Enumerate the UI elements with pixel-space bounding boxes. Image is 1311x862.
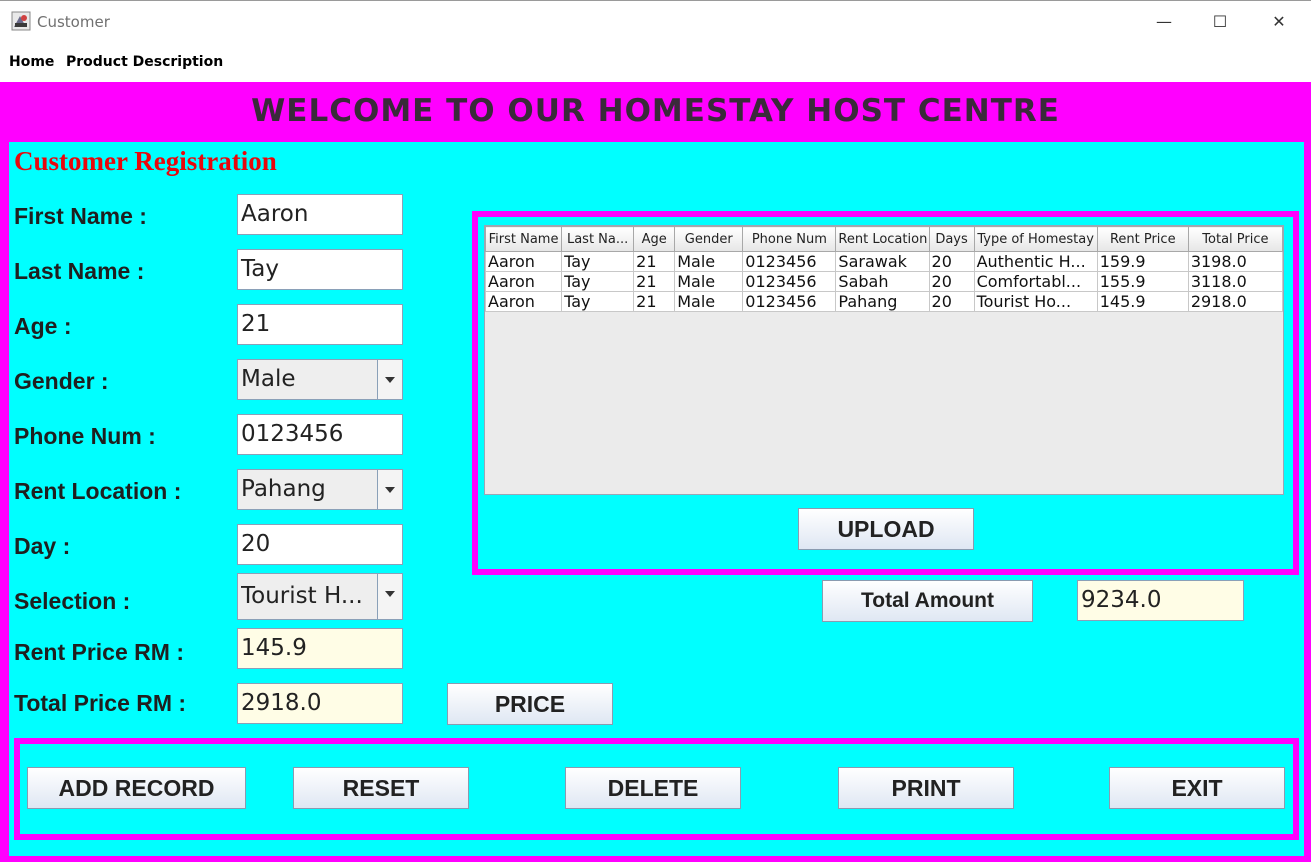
table-cell[interactable]: Authentic H... [973, 251, 1098, 272]
table-cell[interactable]: Tourist Ho... [973, 291, 1098, 312]
total-amount-button[interactable]: Total Amount [822, 580, 1033, 622]
rent-location-select[interactable]: Pahang [237, 469, 403, 510]
table-cell[interactable]: 159.9 [1096, 251, 1189, 272]
upload-button[interactable]: UPLOAD [798, 508, 974, 550]
table-cell[interactable]: 2918.0 [1187, 291, 1284, 312]
add-record-button[interactable]: ADD RECORD [27, 767, 246, 809]
welcome-banner: WELCOME TO OUR HOMESTAY HOST CENTRE [251, 93, 1060, 129]
registration-title: Customer Registration [14, 146, 277, 176]
phone-label: Phone Num : [14, 423, 156, 449]
table-cell[interactable]: Comfortabl... [973, 271, 1098, 292]
last-name-label: Last Name : [14, 258, 145, 284]
table-cell[interactable]: Aaron [484, 271, 563, 292]
table-cell[interactable]: 20 [928, 291, 975, 312]
rent-location-select-value: Pahang [241, 476, 326, 502]
total-price-field[interactable]: 2918.0 [237, 683, 403, 724]
maximize-button[interactable]: ☐ [1197, 8, 1243, 36]
table-cell[interactable]: 20 [928, 251, 975, 272]
table-body: Aaron Tay 21 Male 0123456 Sarawak 20 Authentic … [484, 251, 1284, 312]
chevron-down-icon[interactable] [377, 574, 402, 619]
chevron-down-icon[interactable] [377, 470, 402, 509]
window-title: Customer [37, 13, 110, 31]
rent-price-label: Rent Price RM : [14, 639, 184, 665]
minimize-button[interactable]: — [1141, 8, 1187, 36]
table-column-header[interactable]: Days [928, 226, 975, 252]
title-bar [0, 0, 1311, 44]
table-cell[interactable]: 3198.0 [1187, 251, 1284, 272]
first-name-label: First Name : [14, 203, 147, 229]
print-button[interactable]: PRINT [838, 767, 1014, 809]
table-column-header[interactable]: Total Price [1187, 226, 1284, 252]
records-table-scrollpane[interactable]: First Name Last Na... Age Gender Phone Num Re… [484, 225, 1284, 495]
table-cell[interactable]: Pahang [835, 291, 930, 312]
table-cell[interactable]: 3118.0 [1187, 271, 1284, 292]
table-cell[interactable]: 21 [633, 291, 676, 312]
table-column-header[interactable]: Rent Price [1096, 226, 1189, 252]
selection-select-value: Tourist H... [241, 583, 363, 609]
rent-location-label: Rent Location : [14, 478, 182, 504]
table-row[interactable]: Aaron Tay 21 Male 0123456 Pahang 20 Tourist Ho.… [484, 291, 1284, 312]
table-column-header[interactable]: First Name [484, 226, 563, 252]
close-button[interactable]: ✕ [1256, 8, 1302, 36]
gender-label: Gender : [14, 368, 109, 394]
table-cell[interactable]: 0123456 [742, 271, 837, 292]
first-name-input[interactable]: Aaron [237, 194, 403, 235]
table-cell[interactable]: Male [674, 291, 744, 312]
table-cell[interactable]: 0123456 [742, 251, 837, 272]
table-row[interactable]: Aaron Tay 21 Male 0123456 Sabah 20 Comfortabl..… [484, 271, 1284, 292]
table-cell[interactable]: 0123456 [742, 291, 837, 312]
table-cell[interactable]: 155.9 [1096, 271, 1189, 292]
reset-button[interactable]: RESET [293, 767, 469, 809]
gender-select[interactable]: Male [237, 359, 403, 400]
selection-label: Selection : [14, 588, 131, 614]
table-cell[interactable]: Male [674, 271, 744, 292]
table-header-row: First Name Last Na... Age Gender Phone Num Re… [484, 226, 1284, 252]
table-cell[interactable]: Tay [561, 251, 635, 272]
table-cell[interactable]: Sabah [835, 271, 930, 292]
menu-product-description[interactable]: Product Description [66, 54, 223, 70]
day-input[interactable]: 20 [237, 524, 403, 565]
java-app-icon [11, 11, 31, 31]
table-cell[interactable]: 21 [633, 271, 676, 292]
price-button[interactable]: PRICE [447, 683, 613, 725]
total-amount-field[interactable]: 9234.0 [1077, 580, 1244, 621]
table-row[interactable]: Aaron Tay 21 Male 0123456 Sarawak 20 Authentic … [484, 251, 1284, 272]
table-column-header[interactable]: Last Na... [561, 226, 635, 252]
selection-select[interactable]: Tourist H... [237, 573, 403, 620]
rent-price-field[interactable]: 145.9 [237, 628, 403, 669]
table-cell[interactable]: 20 [928, 271, 975, 292]
table-cell[interactable]: Male [674, 251, 744, 272]
table-column-header[interactable]: Type of Homestay [973, 226, 1098, 252]
phone-input[interactable]: 0123456 [237, 414, 403, 455]
total-price-label: Total Price RM : [14, 690, 187, 716]
table-cell[interactable]: Tay [561, 271, 635, 292]
table-column-header[interactable]: Phone Num [742, 226, 837, 252]
age-input[interactable]: 21 [237, 304, 403, 345]
menu-home[interactable]: Home [9, 54, 54, 70]
table-cell[interactable]: Aaron [484, 251, 563, 272]
table-column-header[interactable]: Gender [674, 226, 744, 252]
last-name-input[interactable]: Tay [237, 249, 403, 290]
table-cell[interactable]: Sarawak [835, 251, 930, 272]
exit-button[interactable]: EXIT [1109, 767, 1285, 809]
table-cell[interactable]: Tay [561, 291, 635, 312]
table-column-header[interactable]: Age [633, 226, 676, 252]
table-column-header[interactable]: Rent Location [835, 226, 930, 252]
gender-select-value: Male [241, 366, 296, 392]
chevron-down-icon[interactable] [377, 360, 402, 399]
records-table[interactable]: First Name Last Na... Age Gender Phone Num Re… [484, 226, 1284, 312]
table-cell[interactable]: Aaron [484, 291, 563, 312]
age-label: Age : [14, 313, 72, 339]
delete-button[interactable]: DELETE [565, 767, 741, 809]
table-cell[interactable]: 21 [633, 251, 676, 272]
table-cell[interactable]: 145.9 [1096, 291, 1189, 312]
day-label: Day : [14, 533, 71, 559]
